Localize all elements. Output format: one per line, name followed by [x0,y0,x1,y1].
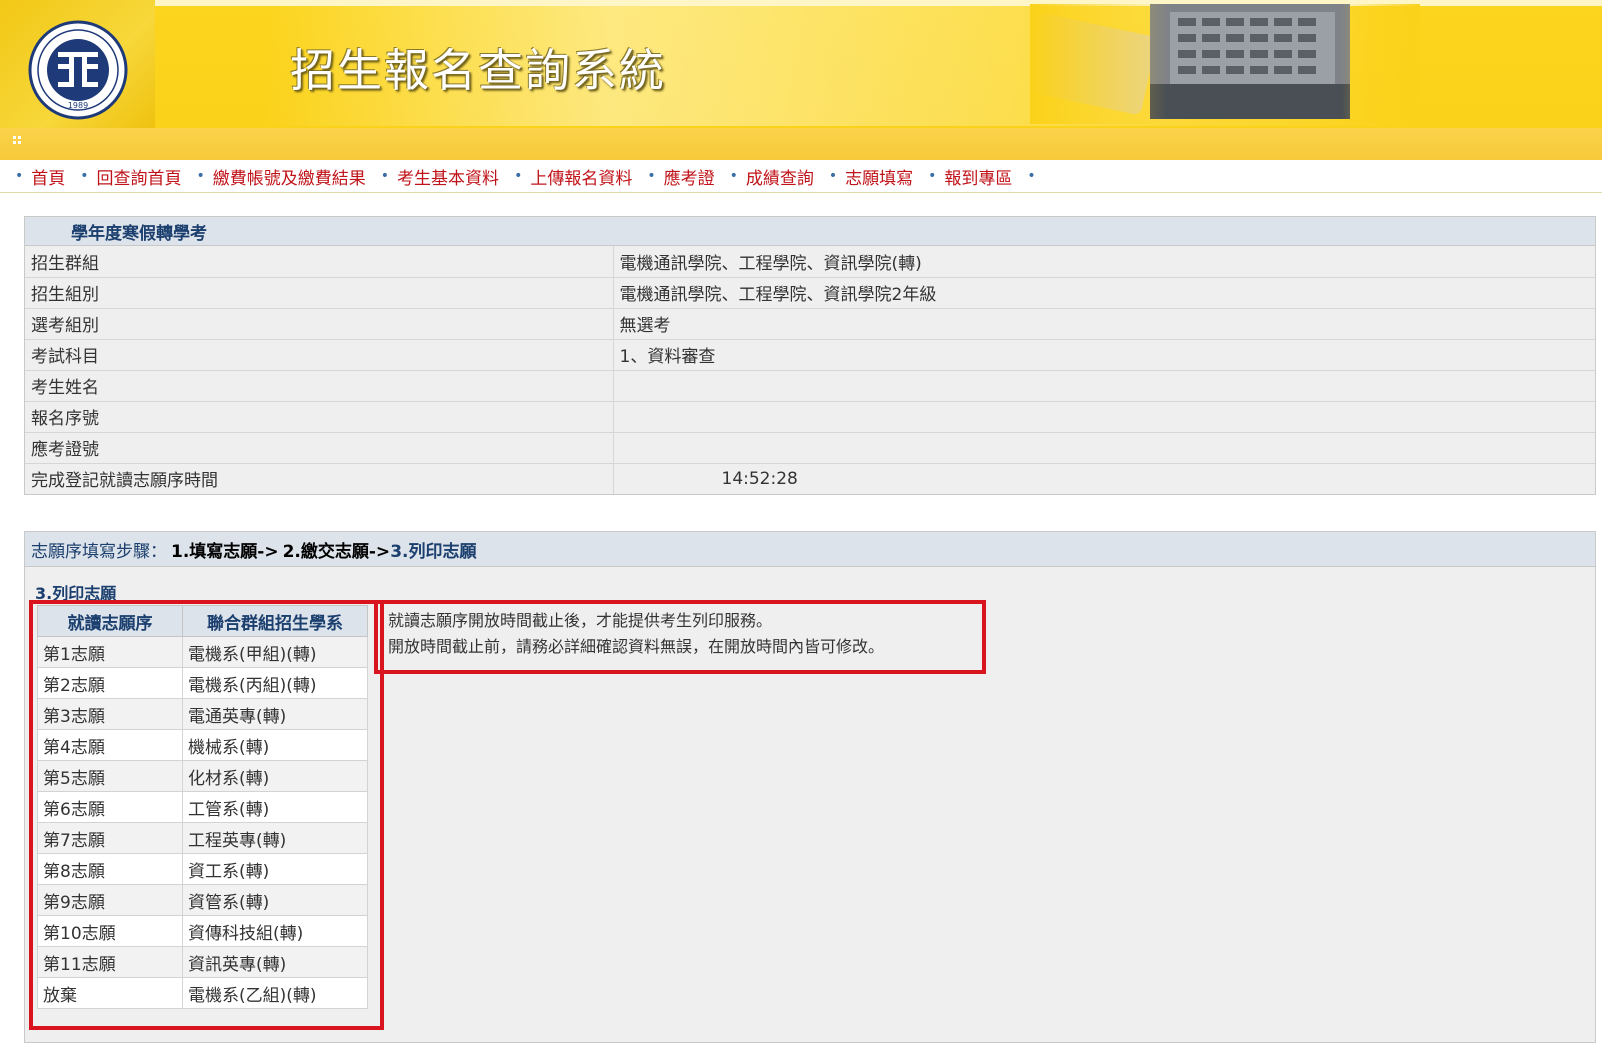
header-banner: 1989 招生報名查詢系統 [0,0,1602,160]
info-label: 應考證號 [25,432,614,464]
nav-label: 上傳報名資料 [530,168,633,189]
nav-basic-info[interactable]: • 考生基本資料 [381,164,499,189]
info-value: 1、資料審查 [613,339,1595,371]
campus-building-icon [1030,4,1420,124]
main-nav: • 首頁 • 回查詢首頁 • 繳費帳號及繳費結果 • 考生基本資料 • 上傳報名資料 • 應… [0,160,1602,193]
exam-info-table: 招生群組 電機通訊學院、工程學院、資訊學院(轉) 招生組別 電機通訊學院、工程學… [25,246,1595,494]
info-label: 考試科目 [25,339,614,371]
nav-back-to-query[interactable]: • 回查詢首頁 [80,164,181,189]
print-notice-line-2: 開放時間截止前，請務必詳細確認資料無誤，在開放時間內皆可修改。 [388,637,885,656]
nav-bullet: • [729,168,738,184]
info-value [613,370,1595,402]
nav-admission-ticket[interactable]: • 應考證 [647,164,714,189]
exam-info-heading: 學年度寒假轉學考 [25,217,1595,246]
info-value: 電機通訊學院、工程學院、資訊學院(轉) [613,246,1595,278]
nav-bullet: • [514,168,523,184]
info-value: 14:52:28 [721,468,798,489]
info-label: 招生組別 [25,277,614,309]
nav-bullet: • [380,168,390,184]
table-row: 應考證號 [25,432,1595,464]
info-value [613,401,1595,433]
table-row: 考生姓名 [25,370,1595,402]
nav-label: 回查詢首頁 [96,168,182,189]
nav-payment[interactable]: • 繳費帳號及繳費結果 [197,164,366,189]
nav-bullet: • [80,168,89,184]
nav-bullet: • [647,168,656,184]
nav-upload[interactable]: • 上傳報名資料 [514,164,632,189]
info-label: 選考組別 [25,308,614,340]
nav-registration[interactable]: • 報到專區 [928,164,1012,189]
step-3-label: 3.列印志願 [390,541,477,562]
nav-label: 志願填寫 [845,168,914,189]
steps-heading: 志願序填寫步驟： 1.填寫志願-> 2.繳交志願-> 3.列印志願 [25,532,1595,567]
info-label: 招生群組 [25,246,614,278]
nav-scores[interactable]: • 成績查詢 [730,164,814,189]
page-title: 招生報名查詢系統 [290,44,667,97]
table-row: 考試科目 1、資料審查 [25,339,1595,371]
nav-bullet: • [196,168,205,184]
table-row: 招生群組 電機通訊學院、工程學院、資訊學院(轉) [25,246,1595,278]
step-1-label: 1.填寫志願-> [171,541,279,562]
nav-label: 應考證 [663,168,715,189]
table-row: 完成登記就讀志願序時間 14:52:28 [25,463,1595,494]
info-value [613,432,1595,464]
info-label: 完成登記就讀志願序時間 [25,463,614,494]
info-label: 考生姓名 [25,370,614,402]
nav-label: 考生基本資料 [397,168,500,189]
table-row: 選考組別 無選考 [25,308,1595,340]
info-label: 報名序號 [25,401,614,433]
nav-label: 首頁 [31,168,66,189]
steps-prefix: 志願序填寫步驟： [31,541,167,562]
nav-label: 成績查詢 [745,168,814,189]
print-notice: 就讀志願序開放時間截止後，才能提供考生列印服務。 開放時間截止前，請務必詳細確認… [388,608,884,660]
logo-year: 1989 [68,101,88,110]
nav-bullet: • [928,168,937,184]
step-2-label: 2.繳交志願-> [282,541,391,562]
table-row: 報名序號 [25,401,1595,433]
grip-dots-icon [13,136,21,144]
nav-bullet: • [15,168,24,184]
info-value: 無選考 [613,308,1595,340]
nav-label: 繳費帳號及繳費結果 [212,168,366,189]
table-row: 招生組別 電機通訊學院、工程學院、資訊學院2年級 [25,277,1595,309]
university-logo-icon: 1989 [28,20,128,120]
banner-bottom-band [0,128,1602,160]
highlight-box-table [29,600,384,1030]
nav-trailing-bullet: • [1027,168,1036,184]
print-notice-line-1: 就讀志願序開放時間截止後，才能提供考生列印服務。 [388,611,773,630]
info-value: 電機通訊學院、工程學院、資訊學院2年級 [613,277,1595,309]
nav-label: 報到專區 [944,168,1013,189]
nav-home[interactable]: • 首頁 [15,164,65,189]
nav-bullet: • [828,168,838,184]
nav-wishes[interactable]: • 志願填寫 [829,164,913,189]
exam-info-panel: 學年度寒假轉學考 招生群組 電機通訊學院、工程學院、資訊學院(轉) 招生組別 電… [24,216,1596,495]
